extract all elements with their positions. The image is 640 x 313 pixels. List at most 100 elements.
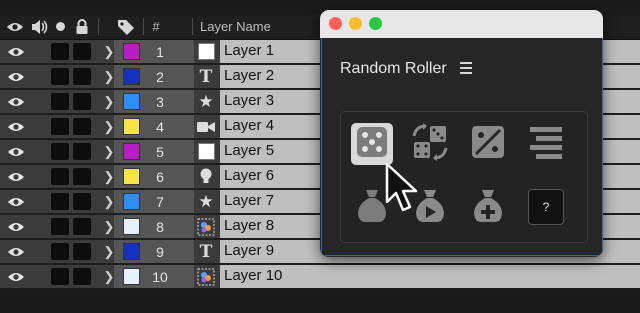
visibility-eye-icon[interactable] xyxy=(6,90,26,113)
dice-icon xyxy=(355,125,389,164)
layer-number: 2 xyxy=(156,68,164,85)
light-bulb-icon xyxy=(196,165,216,188)
label-color-swatch[interactable] xyxy=(122,215,140,238)
visibility-header-eye-icon[interactable] xyxy=(4,14,26,39)
layer-number: 6 xyxy=(156,168,164,185)
solo-toggle[interactable] xyxy=(50,115,70,138)
label-color-swatch[interactable] xyxy=(122,240,140,263)
expand-chevron-icon[interactable]: ❯ xyxy=(102,215,116,238)
lock-toggle[interactable] xyxy=(72,215,92,238)
window-titlebar[interactable] xyxy=(320,10,603,38)
solo-toggle[interactable] xyxy=(50,140,70,163)
star-icon: ★ xyxy=(198,191,214,211)
layer-number: 8 xyxy=(156,218,164,235)
solo-toggle[interactable] xyxy=(50,240,70,263)
solid-white-icon xyxy=(196,40,216,63)
visibility-eye-icon[interactable] xyxy=(6,240,26,263)
solo-toggle[interactable] xyxy=(50,265,70,288)
visibility-eye-icon[interactable] xyxy=(6,140,26,163)
hamburger-menu-icon[interactable] xyxy=(460,62,472,77)
visibility-eye-icon[interactable] xyxy=(6,190,26,213)
label-color-swatch[interactable] xyxy=(122,65,140,88)
lock-toggle[interactable] xyxy=(72,265,92,288)
visibility-eye-icon[interactable] xyxy=(6,165,26,188)
expand-chevron-icon[interactable]: ❯ xyxy=(102,140,116,163)
lock-toggle[interactable] xyxy=(72,240,92,263)
random-range-icon xyxy=(470,124,506,165)
audio-header-speaker-icon[interactable] xyxy=(28,14,50,39)
text-icon: T xyxy=(199,66,213,87)
lock-toggle[interactable] xyxy=(72,190,92,213)
label-color-swatch[interactable] xyxy=(122,140,140,163)
solo-toggle[interactable] xyxy=(50,90,70,113)
layer-name[interactable]: Layer 3 xyxy=(224,92,274,109)
minimize-window-button[interactable] xyxy=(349,17,362,30)
layer-number: 3 xyxy=(156,93,164,110)
stack-lines-button[interactable] xyxy=(525,123,567,165)
camera-icon xyxy=(196,115,216,138)
layer-number: 9 xyxy=(156,243,164,260)
expand-chevron-icon[interactable]: ❯ xyxy=(102,90,116,113)
visibility-eye-icon[interactable] xyxy=(6,115,26,138)
layer-name-area[interactable] xyxy=(220,265,640,288)
lock-toggle[interactable] xyxy=(72,165,92,188)
text-icon: T xyxy=(199,241,213,262)
lock-toggle[interactable] xyxy=(72,140,92,163)
label-color-swatch[interactable] xyxy=(122,115,140,138)
expand-chevron-icon[interactable]: ❯ xyxy=(102,40,116,63)
close-window-button[interactable] xyxy=(329,17,342,30)
label-color-swatch[interactable] xyxy=(122,165,140,188)
number-column-header[interactable]: # xyxy=(152,19,159,34)
label-color-swatch[interactable] xyxy=(122,265,140,288)
layer-name[interactable]: Layer 8 xyxy=(224,217,274,234)
layer-row[interactable]: ❯ 10 Layer 10 xyxy=(0,265,640,290)
visibility-eye-icon[interactable] xyxy=(6,215,26,238)
solo-toggle[interactable] xyxy=(50,65,70,88)
help-icon: ? xyxy=(528,189,564,225)
random-range-button[interactable] xyxy=(467,123,509,165)
visibility-eye-icon[interactable] xyxy=(6,40,26,63)
expand-chevron-icon[interactable]: ❯ xyxy=(102,165,116,188)
dice-button[interactable] xyxy=(351,123,393,165)
expand-chevron-icon[interactable]: ❯ xyxy=(102,65,116,88)
label-color-swatch[interactable] xyxy=(122,40,140,63)
expand-chevron-icon[interactable]: ❯ xyxy=(102,190,116,213)
precomp-icon xyxy=(196,265,216,288)
layer-name[interactable]: Layer 4 xyxy=(224,117,274,134)
solo-toggle[interactable] xyxy=(50,165,70,188)
mouse-pointer-icon xyxy=(384,162,420,221)
layer-name[interactable]: Layer 2 xyxy=(224,67,274,84)
label-color-swatch[interactable] xyxy=(122,90,140,113)
visibility-eye-icon[interactable] xyxy=(6,65,26,88)
shuffle-dice-icon xyxy=(410,122,450,167)
lock-toggle[interactable] xyxy=(72,115,92,138)
expand-chevron-icon[interactable]: ❯ xyxy=(102,240,116,263)
visibility-eye-icon[interactable] xyxy=(6,265,26,288)
money-bag-plus-button[interactable] xyxy=(467,186,509,228)
solo-toggle[interactable] xyxy=(50,40,70,63)
tag-icon[interactable] xyxy=(112,14,140,39)
layer-name[interactable]: Layer 1 xyxy=(224,42,274,59)
layer-name[interactable]: Layer 6 xyxy=(224,167,274,184)
help-button[interactable]: ? xyxy=(525,186,567,228)
layer-name[interactable]: Layer 9 xyxy=(224,242,274,259)
layer-number: 5 xyxy=(156,143,164,160)
label-color-swatch[interactable] xyxy=(122,190,140,213)
lock-header-icon[interactable] xyxy=(72,14,92,39)
zoom-window-button[interactable] xyxy=(369,17,382,30)
solid-white-icon xyxy=(196,140,216,163)
solo-toggle[interactable] xyxy=(50,190,70,213)
lock-toggle[interactable] xyxy=(72,40,92,63)
expand-chevron-icon[interactable]: ❯ xyxy=(102,115,116,138)
layer-name[interactable]: Layer 5 xyxy=(224,142,274,159)
layer-name[interactable]: Layer 7 xyxy=(224,192,274,209)
solo-header-dot-icon[interactable] xyxy=(52,14,68,39)
shuffle-dice-button[interactable] xyxy=(409,122,451,167)
expand-chevron-icon[interactable]: ❯ xyxy=(102,265,116,288)
lock-toggle[interactable] xyxy=(72,65,92,88)
layer-name-column-header[interactable]: Layer Name xyxy=(200,19,271,34)
layer-number: 7 xyxy=(156,193,164,210)
solo-toggle[interactable] xyxy=(50,215,70,238)
lock-toggle[interactable] xyxy=(72,90,92,113)
layer-name[interactable]: Layer 10 xyxy=(224,267,282,284)
